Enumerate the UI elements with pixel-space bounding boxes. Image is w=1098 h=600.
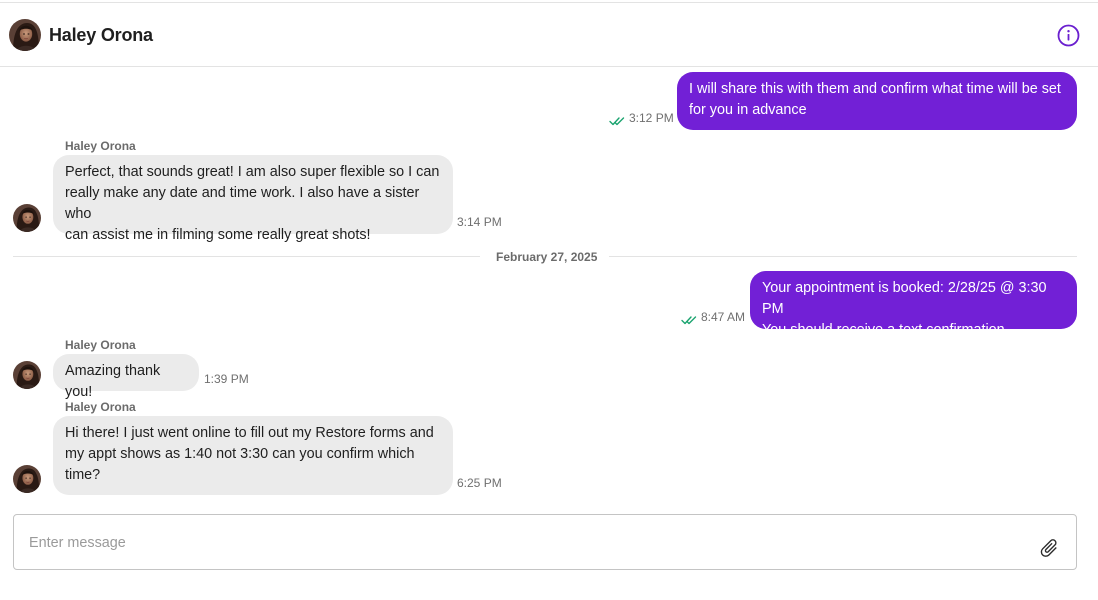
message-bubble[interactable]: Your appointment is booked: 2/28/25 @ 3:…: [750, 271, 1077, 338]
message-bubble[interactable]: Amazing thank you!: [53, 354, 199, 400]
message-time: 6:25 PM: [457, 476, 502, 490]
date-divider-left: [13, 256, 480, 257]
contact-name[interactable]: Haley Orona: [49, 25, 153, 46]
date-divider-right: [609, 256, 1077, 257]
message-line: Your appointment is booked: 2/28/25 @ 3:…: [762, 280, 1047, 317]
conversation-header: Haley Orona: [0, 3, 1098, 67]
sender-name: Haley Orona: [65, 139, 136, 153]
message-bubble[interactable]: Hi there! I just went online to fill out…: [53, 416, 453, 495]
message-line: Amazing thank you!: [65, 363, 161, 400]
message-line: for you in advance: [689, 102, 807, 118]
date-separator: February 27, 2025: [496, 250, 598, 264]
message-line: Perfect, that sounds great! I am also su…: [65, 164, 440, 180]
message-time: 3:12 PM: [629, 111, 674, 125]
message-line: time?: [65, 467, 101, 483]
message-line: my appt shows as 1:40 not 3:30 can you c…: [65, 446, 415, 462]
read-receipt-icon: [681, 315, 697, 325]
message-input[interactable]: [29, 532, 1009, 554]
info-circle-icon[interactable]: [1057, 24, 1080, 47]
sender-avatar: [13, 204, 41, 232]
sender-avatar: [13, 465, 41, 493]
message-bubble[interactable]: Perfect, that sounds great! I am also su…: [53, 155, 453, 243]
message-time: 8:47 AM: [701, 310, 746, 324]
message-line: You should receive a text confirmation: [762, 322, 1005, 338]
message-line: really make any date and time work. I al…: [65, 185, 420, 222]
message-bubble[interactable]: I will share this with them and confirm …: [677, 72, 1077, 130]
message-time: 3:14 PM: [457, 215, 502, 229]
read-receipt-icon: [609, 116, 625, 126]
message-time: 1:39 PM: [204, 372, 249, 386]
message-composer: [13, 514, 1077, 570]
paperclip-icon[interactable]: [1038, 537, 1060, 559]
message-line: can assist me in filming some really gre…: [65, 227, 371, 243]
message-line: Hi there! I just went online to fill out…: [65, 425, 434, 441]
contact-avatar[interactable]: [9, 19, 41, 51]
message-line: I will share this with them and confirm …: [689, 81, 1061, 97]
sender-avatar: [13, 361, 41, 389]
sender-name: Haley Orona: [65, 400, 136, 414]
sender-name: Haley Orona: [65, 338, 136, 352]
